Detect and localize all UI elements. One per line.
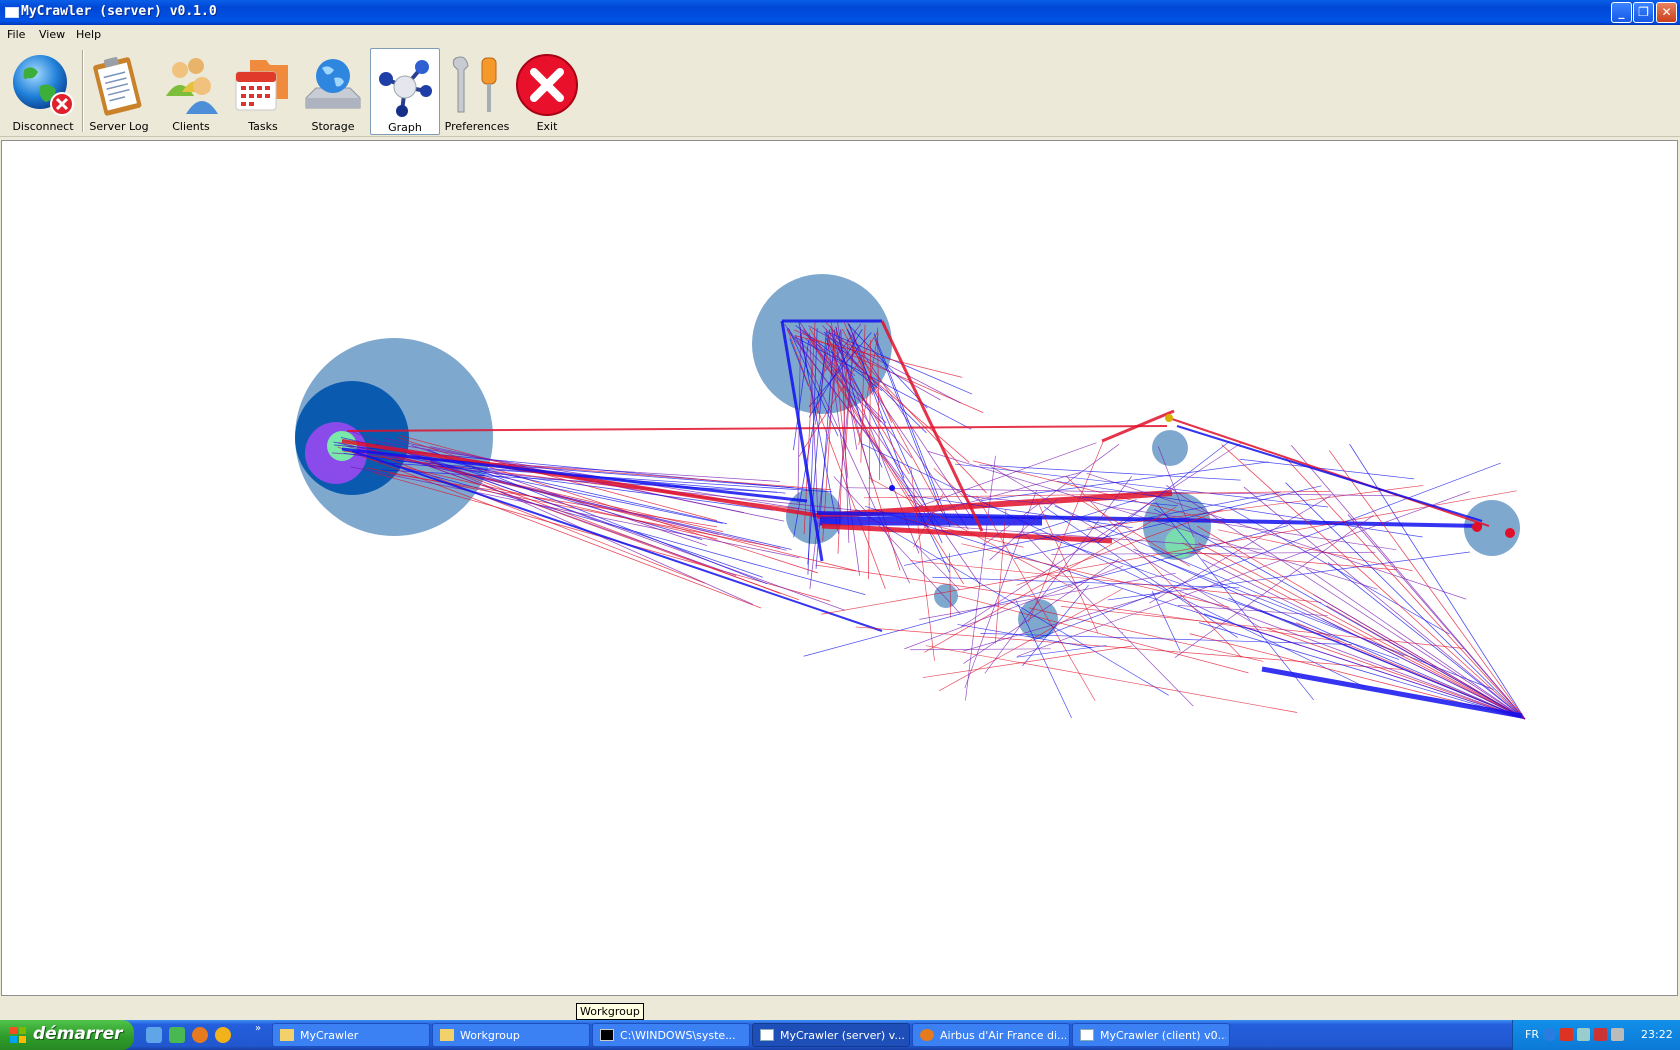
clipboard-icon [93, 57, 142, 116]
console-icon [600, 1029, 614, 1041]
messenger-icon[interactable] [169, 1027, 185, 1043]
clock: 23:22 [1641, 1028, 1673, 1041]
minimize-button[interactable]: _ [1611, 2, 1632, 23]
windows-flag-icon [10, 1027, 27, 1044]
graph-edge [1016, 645, 1107, 658]
app-icon [5, 7, 19, 18]
graph-node[interactable] [934, 584, 958, 608]
folder-icon [440, 1029, 454, 1041]
graph-edge [1179, 590, 1526, 720]
show-desktop-icon[interactable] [146, 1027, 162, 1043]
storage-button[interactable]: Storage [300, 48, 366, 135]
volume-icon[interactable] [1611, 1028, 1624, 1041]
graph-node-marker[interactable] [1505, 528, 1515, 538]
taskbar-item-mycrawler-client[interactable]: MyCrawler (client) v0... [1072, 1023, 1230, 1047]
taskbar-item-workgroup[interactable]: Workgroup [432, 1023, 590, 1047]
firefox-icon [920, 1029, 934, 1041]
tooltip: Workgroup [576, 1003, 644, 1020]
restore-button[interactable]: ❐ [1633, 2, 1654, 23]
graph-edge [1151, 591, 1181, 652]
start-label: démarrer [33, 1024, 123, 1044]
network-icon[interactable] [1577, 1028, 1590, 1041]
graph-node[interactable] [1152, 430, 1188, 466]
graph-edge [1313, 594, 1526, 720]
tray-collapse-icon[interactable] [1543, 1028, 1556, 1041]
graph-edge [994, 509, 1007, 644]
server-log-button[interactable]: Server Log [86, 48, 152, 135]
graph-edge [925, 645, 1298, 713]
clients-button[interactable]: Clients [156, 48, 226, 135]
disconnect-label: Disconnect [12, 120, 74, 133]
taskbar-item-mycrawler-server[interactable]: MyCrawler (server) v... [752, 1023, 910, 1047]
graph-node-marker[interactable] [1165, 414, 1173, 422]
taskbar-item-mycrawler-folder[interactable]: MyCrawler [272, 1023, 430, 1047]
tools-icon [452, 56, 497, 113]
globe-storage-icon [305, 59, 361, 109]
graph-edge [1168, 417, 1490, 527]
graph-edge [880, 320, 984, 532]
quicklaunch-chevron-icon[interactable]: » [255, 1023, 261, 1034]
graph-edge [847, 330, 974, 521]
tasks-label: Tasks [248, 120, 278, 133]
graph-edge [1152, 556, 1526, 720]
graph-edge [965, 455, 996, 701]
graph-node-marker[interactable] [1472, 522, 1482, 532]
graph-edge [1202, 559, 1526, 720]
close-button[interactable]: ✕ [1656, 2, 1677, 23]
molecule-graph-icon [379, 60, 432, 117]
start-button[interactable]: démarrer [0, 1020, 134, 1050]
firefox-icon[interactable] [192, 1027, 208, 1043]
storage-label: Storage [311, 120, 355, 133]
calendar-folder-icon [235, 60, 288, 111]
window-title: MyCrawler (server) v0.1.0 [21, 4, 217, 19]
folder-icon [280, 1029, 294, 1041]
media-player-icon[interactable] [215, 1027, 231, 1043]
server-log-label: Server Log [89, 120, 149, 133]
graph-edge [1221, 444, 1526, 720]
taskbar: démarrer » MyCrawler Workgroup C:\WINDOW… [0, 1020, 1680, 1050]
graph-label: Graph [388, 121, 422, 134]
graph-edge [1182, 542, 1526, 720]
graph-edge [910, 648, 1051, 651]
window-icon [1080, 1029, 1094, 1041]
exit-label: Exit [536, 120, 558, 133]
graph-edge [1029, 607, 1264, 662]
graph-edge [1198, 542, 1526, 720]
globe-disconnect-icon [13, 55, 74, 116]
menu-bar: File View Help [0, 25, 1680, 45]
taskbar-item-firefox[interactable]: Airbus d'Air France di... [912, 1023, 1070, 1047]
users-icon [166, 58, 218, 114]
exit-button[interactable]: Exit [514, 48, 580, 135]
clients-label: Clients [172, 120, 210, 133]
antivirus-icon[interactable] [1594, 1028, 1607, 1041]
graph-node-marker[interactable] [889, 485, 895, 491]
toolbar-separator [82, 50, 84, 132]
menu-help[interactable]: Help [76, 28, 101, 41]
graph-edge [979, 464, 1241, 481]
graph-button[interactable]: Graph [370, 48, 440, 135]
exit-icon [516, 54, 578, 116]
title-bar: MyCrawler (server) v0.1.0 _ ❐ ✕ [0, 0, 1680, 25]
graph-edge [1261, 666, 1523, 719]
security-shield-icon[interactable] [1560, 1028, 1573, 1041]
taskbar-item-command-prompt[interactable]: C:\WINDOWS\syste... [592, 1023, 750, 1047]
graph-edge [1239, 458, 1415, 480]
graph-canvas[interactable] [1, 140, 1678, 996]
window-icon [760, 1029, 774, 1041]
disconnect-button[interactable]: Disconnect [8, 48, 78, 135]
graph-edge [1349, 443, 1526, 720]
system-tray: FR 23:22 [1512, 1020, 1680, 1050]
language-indicator[interactable]: FR [1525, 1028, 1539, 1041]
preferences-label: Preferences [444, 120, 510, 133]
toolbar: Disconnect Server Log Clients Tasks Stor… [0, 45, 1680, 137]
graph-edge [1121, 631, 1124, 634]
tasks-button[interactable]: Tasks [228, 48, 298, 135]
graph-visualization[interactable] [2, 141, 1679, 997]
menu-file[interactable]: File [7, 28, 25, 41]
menu-view[interactable]: View [39, 28, 65, 41]
preferences-button[interactable]: Preferences [443, 48, 511, 135]
